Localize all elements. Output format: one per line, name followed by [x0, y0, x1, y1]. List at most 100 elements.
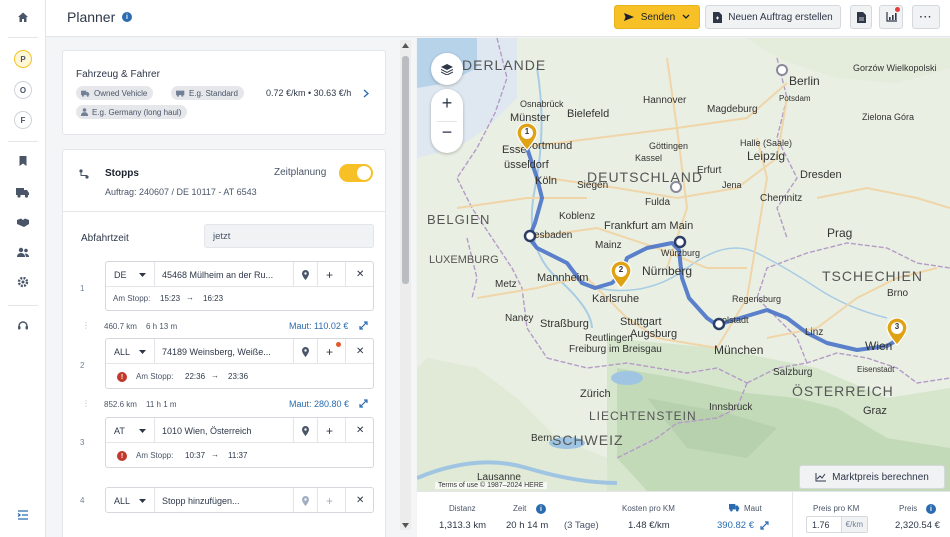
- stop-from: 15:23: [160, 294, 181, 303]
- time-info-icon[interactable]: i: [536, 504, 546, 514]
- address-input[interactable]: 74189 Weinsberg, Weiße...: [162, 347, 271, 357]
- market-price-button[interactable]: Marktpreis berechnen: [799, 465, 945, 489]
- truck-icon[interactable]: [13, 182, 33, 202]
- stop-4-add: ALL Stopp hinzufügen... + ✕: [105, 487, 374, 513]
- gear-icon[interactable]: [13, 272, 33, 292]
- warning-icon: !: [117, 451, 127, 461]
- route-summary: Distanz 1,313.3 km Zeit i 20 h 14 m (3 T…: [417, 491, 950, 537]
- country-select[interactable]: DE: [114, 270, 127, 280]
- leg-toll[interactable]: Maut: 110.02 €: [289, 321, 348, 331]
- toll-value[interactable]: 390.82 €: [717, 520, 754, 531]
- panel-scrollbar[interactable]: [400, 40, 411, 530]
- vehicle-chip-label: Owned Vehicle: [94, 88, 148, 98]
- location-pin-icon[interactable]: [302, 270, 309, 280]
- country-label: BELGIEN: [427, 212, 490, 227]
- address-input[interactable]: 1010 Wien, Österreich: [162, 426, 252, 436]
- stop-number: 2: [80, 361, 85, 370]
- add-stop-input[interactable]: Stopp hinzufügen...: [162, 496, 240, 506]
- expand-icon[interactable]: [359, 399, 368, 408]
- cost-value: 1.48 €/km: [628, 520, 670, 531]
- expand-icon[interactable]: [760, 521, 769, 530]
- city-label: olstadt: [722, 315, 749, 325]
- close-icon[interactable]: ✕: [356, 425, 364, 436]
- more-button[interactable]: ···: [912, 5, 940, 29]
- distance-label: Distanz: [449, 504, 476, 513]
- planner-panel: Fahrzeug & Fahrer Owned Vehicle E.g. Sta…: [46, 38, 416, 537]
- city-label: Magdeburg: [707, 104, 758, 115]
- time-planning-toggle[interactable]: [339, 164, 373, 182]
- location-pin-icon[interactable]: [302, 347, 309, 357]
- country-label: DERLANDE: [462, 57, 546, 73]
- users-icon[interactable]: [13, 242, 33, 262]
- caret-down-icon[interactable]: [139, 350, 146, 354]
- country-select[interactable]: AT: [114, 426, 125, 436]
- layers-button[interactable]: [431, 53, 463, 85]
- city-label: Gorzów Wielkopolski: [853, 63, 937, 73]
- price-label: Preis: [899, 504, 918, 513]
- home-icon[interactable]: [13, 7, 33, 27]
- info-icon[interactable]: i: [122, 12, 132, 22]
- chart-button[interactable]: [879, 5, 903, 29]
- zoom-in-button[interactable]: +: [431, 93, 463, 114]
- handshake-icon[interactable]: [13, 212, 33, 232]
- address-input[interactable]: 45468 Mülheim an der Ru...: [162, 270, 273, 280]
- arrow-right-icon: →: [211, 450, 219, 459]
- city-label: Regensburg: [732, 294, 781, 304]
- sidebar-item-p[interactable]: P: [14, 50, 32, 68]
- map-attribution[interactable]: Terms of use © 1987–2024 HERE: [435, 482, 547, 489]
- city-label: Augsburg: [630, 328, 677, 340]
- close-icon[interactable]: ✕: [356, 269, 364, 280]
- city-label: Salzburg: [773, 367, 812, 378]
- send-button[interactable]: Senden: [614, 5, 700, 29]
- support-icon[interactable]: [13, 316, 33, 336]
- city-label: Dresden: [800, 169, 842, 181]
- add-icon[interactable]: +: [326, 268, 333, 282]
- caret-down-icon[interactable]: [139, 499, 146, 503]
- add-icon[interactable]: +: [326, 494, 333, 508]
- bookmark-icon[interactable]: [13, 151, 33, 171]
- stop-marker-3[interactable]: 3: [886, 317, 908, 346]
- city-label: Mannheim: [537, 272, 588, 284]
- close-icon[interactable]: ✕: [356, 495, 364, 506]
- caret-down-icon[interactable]: [139, 429, 146, 433]
- scrollbar-thumb[interactable]: [402, 56, 409, 284]
- stop-number: 1: [80, 284, 85, 293]
- price-info-icon[interactable]: i: [926, 504, 936, 514]
- vehicle-card[interactable]: Fahrzeug & Fahrer Owned Vehicle E.g. Sta…: [62, 50, 386, 135]
- expand-icon[interactable]: [359, 321, 368, 330]
- route-map[interactable]: DERLANDE DEUTSCHLAND BELGIEN LUXEMBURG T…: [417, 38, 950, 491]
- leg-toll[interactable]: Maut: 280.80 €: [289, 399, 349, 409]
- city-label: Freiburg im Breisgau: [569, 344, 662, 355]
- sidebar-item-o[interactable]: O: [14, 81, 32, 99]
- city-label: Nürnberg: [642, 264, 692, 278]
- document-button[interactable]: [850, 5, 872, 29]
- country-select[interactable]: ALL: [114, 496, 130, 506]
- location-pin-icon[interactable]: [302, 426, 309, 436]
- stop-marker-1[interactable]: 1: [516, 122, 538, 151]
- add-icon[interactable]: +: [326, 345, 333, 359]
- close-icon[interactable]: ✕: [356, 346, 364, 357]
- zoom-out-button[interactable]: −: [431, 122, 463, 143]
- stop-marker-2[interactable]: 2: [610, 260, 632, 289]
- add-icon[interactable]: +: [326, 424, 333, 438]
- city-label: Karlsruhe: [592, 293, 639, 305]
- city-label: Göttingen: [649, 141, 688, 151]
- new-order-button[interactable]: Neuen Auftrag erstellen: [705, 5, 841, 29]
- chevron-right-icon[interactable]: [363, 89, 369, 98]
- order-info: Auftrag: 240607 / DE 10117 - AT 6543: [105, 187, 257, 197]
- city-label: Straßburg: [540, 318, 589, 330]
- country-select[interactable]: ALL: [114, 347, 130, 357]
- stop-to: 16:23: [203, 294, 224, 303]
- price-km-input[interactable]: 1.76 €/km: [806, 516, 868, 533]
- departure-input[interactable]: jetzt: [204, 224, 374, 248]
- leg-dots: ⋮: [82, 399, 90, 408]
- country-label: TSCHECHIEN: [822, 268, 923, 284]
- distance-value: 1,313.3 km: [439, 520, 486, 531]
- location-pin-icon[interactable]: [302, 496, 309, 506]
- sidebar-item-f[interactable]: F: [14, 111, 32, 129]
- city-label: üsseldorf: [504, 159, 550, 171]
- city-label: Leipzig: [747, 149, 785, 163]
- app-sidebar: P O F: [0, 0, 46, 537]
- caret-down-icon[interactable]: [139, 273, 146, 277]
- collapse-sidebar-icon[interactable]: [13, 505, 33, 525]
